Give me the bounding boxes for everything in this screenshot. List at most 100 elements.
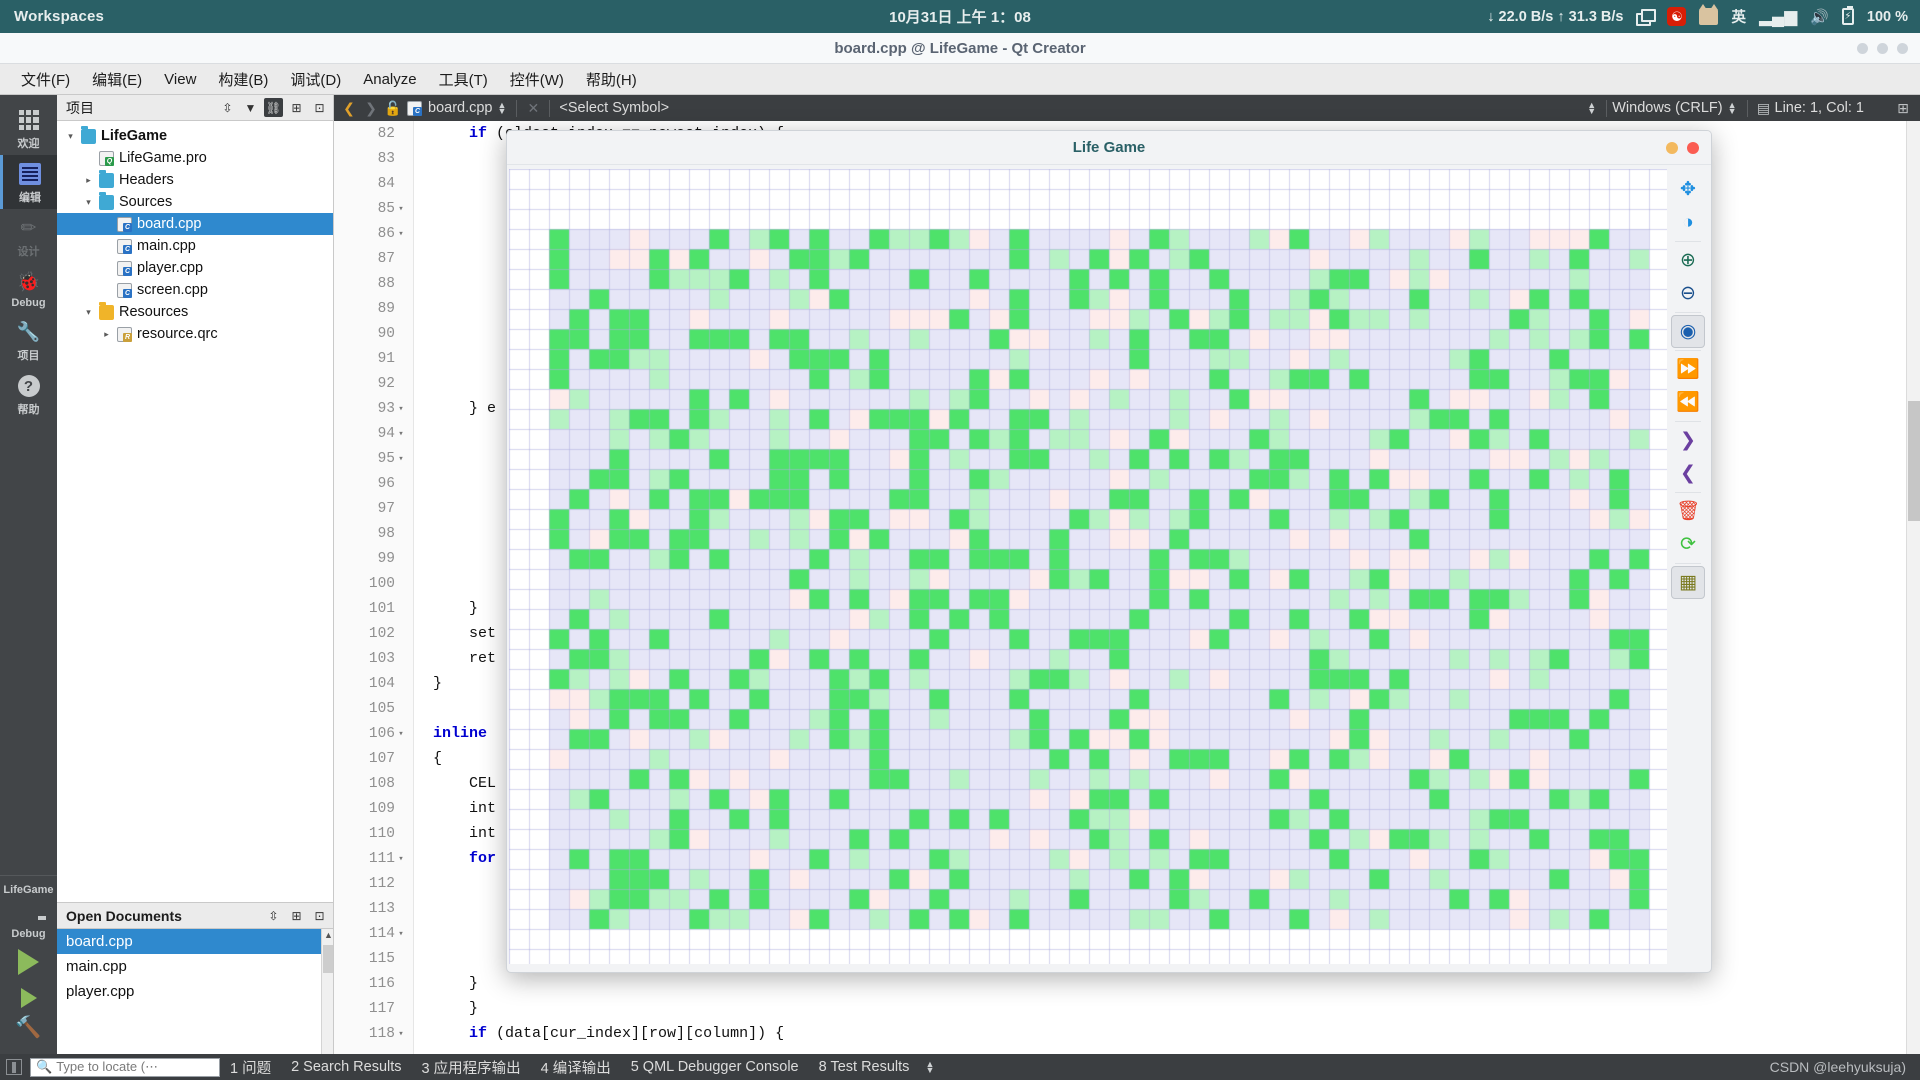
tree-item-sources[interactable]: ▾ Sources [57, 191, 333, 213]
grid-tool[interactable]: ▦ [1671, 566, 1705, 599]
split-icon[interactable]: ⊞ [1892, 97, 1914, 119]
file-stepper-icon[interactable]: ▲ ▼ [493, 101, 512, 116]
sort-stepper-icon[interactable]: ⇳ [218, 98, 237, 117]
zoom-out-tool[interactable]: ⊖ [1671, 277, 1705, 310]
scrollbar-thumb[interactable] [1908, 401, 1920, 521]
unlock-icon[interactable]: 🔓 [382, 97, 404, 119]
volume-icon[interactable]: 🔊 [1810, 8, 1829, 26]
fold-marker-icon[interactable]: ▾ [395, 729, 407, 739]
open-document-item[interactable]: player.cpp [57, 979, 333, 1004]
menu-file[interactable]: 文件(F) [10, 65, 81, 94]
tree-item-headers[interactable]: ▸ Headers [57, 169, 333, 191]
od-close-panel-icon[interactable]: ⊡ [310, 906, 329, 925]
open-documents-scrollbar[interactable]: ▲ [321, 929, 333, 1054]
debug-button[interactable] [0, 984, 57, 1012]
reset-tool[interactable]: ⟳ [1671, 528, 1705, 561]
fold-marker-icon[interactable]: ▾ [395, 404, 407, 414]
output-stepper-icon[interactable]: ▲ ▼ [919, 1060, 940, 1075]
windows-switch-icon[interactable] [1636, 9, 1657, 26]
menu-help[interactable]: 帮助(H) [575, 65, 648, 94]
run-button[interactable] [0, 940, 57, 984]
mode-welcome[interactable]: 欢迎 [0, 101, 57, 155]
menu-debug[interactable]: 调试(D) [279, 65, 352, 94]
output-pane-tests[interactable]: 8 Test Results [809, 1059, 920, 1075]
life-game-grid[interactable] [509, 169, 1671, 964]
contrast-tool[interactable]: ◑ [1671, 206, 1705, 239]
menu-widgets[interactable]: 控件(W) [499, 65, 575, 94]
rewind-tool[interactable]: ⏪ [1671, 386, 1705, 419]
minimize-dot-button[interactable] [1666, 141, 1678, 154]
editor-scrollbar[interactable] [1906, 121, 1920, 1054]
symbol-stepper-icon[interactable]: ▲ ▼ [1582, 101, 1601, 116]
close-dot-button[interactable] [1687, 141, 1699, 154]
clear-tool[interactable]: 🗑 [1671, 495, 1705, 528]
output-pane-qml[interactable]: 5 QML Debugger Console [621, 1059, 809, 1075]
zoom-in-tool[interactable]: ⊕ [1671, 244, 1705, 277]
tree-item-player-cpp[interactable]: Cplayer.cpp [57, 257, 333, 279]
cat-icon[interactable] [1699, 4, 1719, 25]
fold-marker-icon[interactable]: ▾ [395, 929, 407, 939]
menu-build[interactable]: 构建(B) [207, 65, 279, 94]
play-tool[interactable]: ◉ [1671, 315, 1705, 348]
line-ending-selector[interactable]: Windows (CRLF) [1612, 100, 1722, 116]
step-back-tool[interactable]: ❮ [1671, 457, 1705, 490]
battery-icon[interactable]: ⚡ [1841, 6, 1854, 25]
life-game-window[interactable]: Life Game ✥ ◑ ⊕ ⊖ ◉ ⏩ ⏪ ❯ ❮ 🗑 ⟳ ▦ [506, 130, 1712, 973]
tree-item-resource-qrc[interactable]: ▸ Rresource.qrc [57, 323, 333, 345]
project-tree[interactable]: ▾ LifeGame Q LifeGame.pro ▸ Headers ▾ Sources Cb… [57, 121, 333, 902]
mode-projects[interactable]: 🔧 项目 [0, 313, 57, 367]
fold-marker-icon[interactable]: ▾ [395, 854, 407, 864]
menu-tools[interactable]: 工具(T) [428, 65, 499, 94]
editor-file-chip[interactable]: C board.cpp [404, 100, 493, 116]
scroll-up-arrow-icon[interactable]: ▲ [324, 930, 333, 940]
fold-marker-icon[interactable]: ▾ [395, 454, 407, 464]
step-forward-tool[interactable]: ❯ [1671, 424, 1705, 457]
tree-item-resources[interactable]: ▾ Resources [57, 301, 333, 323]
output-pane-search[interactable]: 2 Search Results [281, 1059, 411, 1075]
tree-item-screen-cpp[interactable]: Cscreen.cpp [57, 279, 333, 301]
ime-indicator[interactable]: 英 [1731, 6, 1746, 27]
wifi-icon[interactable]: ▂▄▆ [1759, 8, 1797, 25]
tree-item-lifegame-pro[interactable]: Q LifeGame.pro [57, 147, 333, 169]
output-pane-problems[interactable]: 1 问题 [220, 1057, 281, 1078]
od-sort-stepper-icon[interactable]: ⇳ [264, 906, 283, 925]
maximize-button[interactable] [1877, 42, 1888, 54]
close-icon[interactable]: ✕ [522, 97, 544, 119]
open-document-item[interactable]: main.cpp [57, 954, 333, 979]
fold-marker-icon[interactable]: ▾ [395, 1029, 407, 1039]
link-sync-icon[interactable]: ⛓ [264, 98, 283, 117]
symbol-selector[interactable]: <Select Symbol> [555, 100, 669, 116]
filter-icon[interactable]: ▼ [241, 98, 260, 117]
output-pane-compile[interactable]: 4 编译输出 [531, 1057, 621, 1078]
tree-item-main-cpp[interactable]: Cmain.cpp [57, 235, 333, 257]
output-pane-app-output[interactable]: 3 应用程序输出 [412, 1057, 531, 1078]
build-button[interactable]: 🔨 [0, 1012, 57, 1054]
fold-marker-icon[interactable]: ▾ [395, 429, 407, 439]
disclosure-arrow-icon[interactable]: ▾ [83, 197, 94, 208]
fast-forward-tool[interactable]: ⏩ [1671, 353, 1705, 386]
fold-marker-icon[interactable]: ▾ [395, 204, 407, 214]
window-controls[interactable] [1857, 42, 1908, 54]
close-panel-icon[interactable]: ⊡ [310, 98, 329, 117]
menu-analyze[interactable]: Analyze [352, 67, 427, 92]
menu-edit[interactable]: 编辑(E) [81, 65, 153, 94]
mode-help[interactable]: ? 帮助 [0, 367, 57, 421]
navigate-back-icon[interactable]: ❮ [338, 97, 360, 119]
mode-debug[interactable]: 🐞 Debug [0, 263, 57, 313]
kit-selector[interactable]: LifeGame Debug [0, 875, 57, 940]
text-encoding-icon[interactable]: ▤ [1753, 97, 1775, 119]
tree-item-lifegame[interactable]: ▾ LifeGame [57, 125, 333, 147]
scrollbar-thumb[interactable] [323, 945, 333, 973]
workspaces-button[interactable]: Workspaces [14, 8, 104, 25]
mode-edit[interactable]: 编辑 [0, 155, 57, 209]
life-game-canvas[interactable] [509, 169, 1671, 964]
navigate-forward-icon[interactable]: ❯ [360, 97, 382, 119]
minimize-button[interactable] [1857, 42, 1868, 54]
disclosure-arrow-icon[interactable]: ▾ [65, 131, 76, 142]
sidebar-toggle-icon[interactable] [6, 1059, 22, 1075]
move-tool[interactable]: ✥ [1671, 173, 1705, 206]
open-document-item[interactable]: board.cpp [57, 929, 333, 954]
close-button[interactable] [1897, 42, 1908, 54]
menu-view[interactable]: View [153, 67, 207, 92]
disclosure-arrow-icon[interactable]: ▸ [101, 329, 112, 340]
